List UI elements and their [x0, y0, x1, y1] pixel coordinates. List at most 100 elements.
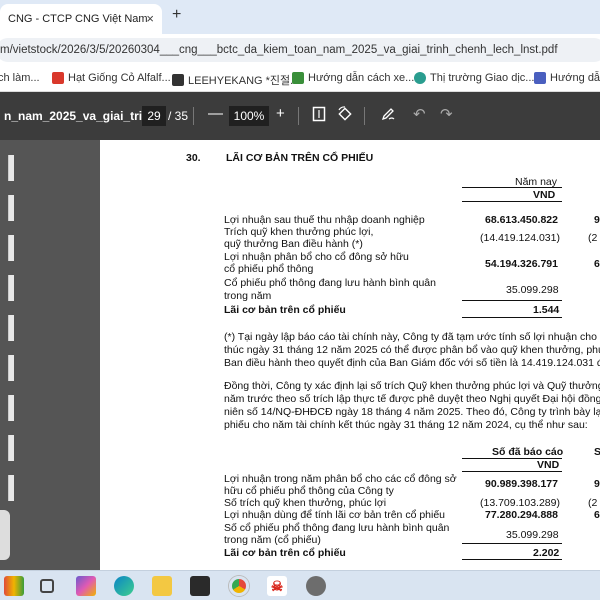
bookmark-label: Hướng dẫn cách xe...: [308, 72, 415, 84]
total-rule: [462, 317, 562, 318]
new-tab-icon[interactable]: +: [172, 6, 181, 24]
note-line: Ban điều hành theo quyết định của Ban Gi…: [224, 357, 600, 369]
bookmark-label: Thị trường Giao dịc...: [430, 72, 535, 84]
section-title: LÃI CƠ BẢN TRÊN CỔ PHIẾU: [226, 152, 374, 164]
task-view-icon[interactable]: [40, 579, 54, 593]
table-row-label: Cổ phiếu phổ thông đang lưu hành bình qu…: [224, 277, 436, 289]
bookmark-label: ch làm...: [0, 72, 40, 84]
edge-icon[interactable]: [114, 576, 134, 596]
paragraph-line: phiếu cho năm tài chính kết thúc ngày 31…: [224, 419, 588, 431]
column-header-reported: Số đã báo cáo: [492, 446, 564, 458]
annotate-pen-icon[interactable]: [380, 106, 396, 126]
table-row-value-prior: 9: [594, 478, 600, 490]
bookmark-favicon-icon: [52, 72, 64, 84]
bookmark-item[interactable]: ch làm...: [0, 72, 40, 84]
note-line: thúc ngày 31 tháng 12 năm 2025 có thể đư…: [224, 344, 600, 356]
header-rule: [462, 471, 562, 472]
thumbnail-marker: [8, 195, 14, 221]
table-row-label: cổ phiếu phổ thông: [224, 263, 314, 275]
bookmark-item[interactable]: Hướng dẫn: [534, 72, 600, 84]
header-rule: [462, 187, 562, 188]
fit-page-icon[interactable]: [312, 106, 326, 126]
store-icon[interactable]: [190, 576, 210, 596]
bookmark-label: Hạt Giống Cỏ Alfalf...: [68, 72, 171, 84]
paragraph-line: niên số 14/NQ-ĐHĐCĐ ngày 18 tháng 4 năm …: [224, 406, 600, 418]
table-row-value-prior: 9: [594, 214, 600, 226]
widgets-icon[interactable]: [4, 576, 24, 596]
table-row-label: Lợi nhuận sau thuế thu nhập doanh nghiệp: [224, 214, 425, 226]
side-panel-toggle[interactable]: [0, 510, 10, 560]
thumbnail-marker: [8, 475, 14, 501]
thumbnail-marker: [8, 235, 14, 261]
tab-title: CNG - CTCP CNG Việt Nam: [8, 13, 148, 25]
table-row-label: Lãi cơ bản trên cổ phiếu: [224, 547, 346, 559]
rotate-icon[interactable]: [337, 106, 353, 126]
url-input[interactable]: m/vietstock/2026/3/5/20260304___cng___bc…: [0, 38, 600, 62]
close-icon[interactable]: ×: [146, 11, 154, 26]
total-rule: [462, 559, 562, 560]
table-row-value: 68.613.450.822: [485, 214, 558, 226]
bookmark-favicon-icon: [292, 72, 304, 84]
pdf-page: 30. LÃI CƠ BẢN TRÊN CỔ PHIẾU Năm nay VND…: [100, 140, 600, 570]
column-header-currency: VND: [537, 459, 560, 471]
table-row-label: quỹ thưởng Ban điều hành (*): [224, 238, 363, 250]
redo-icon[interactable]: ↷: [440, 105, 453, 123]
header-rule: [462, 201, 562, 202]
bookmark-favicon-icon: [414, 72, 426, 84]
zoom-level-input[interactable]: 100%: [229, 106, 269, 126]
table-row-value: 1.544: [533, 304, 560, 316]
table-row-value: 2.202: [533, 547, 560, 559]
table-row-value: (13.709.103.289): [480, 497, 560, 509]
bookmark-item[interactable]: Hướng dẫn cách xe...: [292, 72, 414, 84]
browser-tab[interactable]: CNG - CTCP CNG Việt Nam ×: [0, 4, 162, 34]
section-number: 30.: [186, 152, 201, 164]
page-number-input[interactable]: 29: [142, 106, 166, 126]
zoom-out-icon[interactable]: —: [208, 105, 223, 122]
undo-icon[interactable]: ↶: [413, 105, 426, 123]
table-row-value: 77.280.294.888: [485, 509, 558, 521]
thumbnail-marker: [8, 355, 14, 381]
note-line: (*) Tại ngày lập báo cáo tài chính này, …: [224, 331, 600, 343]
bookmark-favicon-icon: [172, 74, 184, 86]
thumbnail-marker: [8, 315, 14, 341]
pdf-filename: n_nam_2025_va_giai_trin...: [4, 109, 160, 123]
table-row-value: 35.099.298: [506, 284, 559, 296]
chrome-icon[interactable]: [229, 576, 249, 596]
table-row-label: Số trích quỹ khen thưởng, phúc lợi: [224, 497, 387, 509]
zoom-in-icon[interactable]: +: [276, 105, 285, 122]
table-row-value: 90.989.398.177: [485, 478, 558, 490]
table-row-value: 35.099.298: [506, 529, 559, 541]
bookmark-item[interactable]: LEEHYEKANG *진절...: [172, 72, 299, 88]
bookmark-item[interactable]: Thị trường Giao dịc...: [414, 72, 534, 84]
table-row-value-prior: (2: [588, 497, 598, 509]
acrobat-icon[interactable]: ☠: [267, 576, 287, 596]
paragraph-line: năm trước theo số trích lập thực tế được…: [224, 393, 600, 405]
table-row-label: Lợi nhuận phân bổ cho cổ đông sở hữu: [224, 251, 409, 263]
bookmark-item[interactable]: Hạt Giống Cỏ Alfalf...: [52, 72, 171, 84]
paragraph-line: Đồng thời, Công ty xác định lại số trích…: [224, 380, 600, 392]
toolbar-divider: [298, 107, 299, 125]
bookmark-label: LEEHYEKANG *진절...: [188, 75, 300, 87]
thumbnail-marker: [8, 435, 14, 461]
bookmark-label: Hướng dẫn: [550, 72, 600, 84]
column-header-currency: VND: [533, 189, 556, 201]
table-row-label: Lợi nhuận dùng để tính lãi cơ bản trên c…: [224, 509, 446, 521]
header-rule: [462, 458, 562, 459]
table-row-label: trong năm (cổ phiếu): [224, 534, 321, 546]
thumbnail-marker: [8, 155, 14, 181]
toolbar-divider: [193, 107, 194, 125]
table-row-value-prior: (2: [588, 232, 598, 244]
copilot-icon[interactable]: [76, 576, 96, 596]
os-taskbar: ☠: [0, 570, 600, 600]
settings-icon[interactable]: [306, 576, 326, 596]
table-row-label: hữu cổ phiếu phổ thông của Công ty: [224, 485, 394, 497]
table-row-value: (14.419.124.031): [480, 232, 560, 244]
table-row-label: trong năm: [224, 290, 272, 302]
table-row-value: 54.194.326.791: [485, 258, 558, 270]
table-row-value-prior: 6: [594, 258, 600, 270]
bookmark-favicon-icon: [534, 72, 546, 84]
file-explorer-icon[interactable]: [152, 576, 172, 596]
table-row-label: Lợi nhuận trong năm phân bổ cho các cổ đ…: [224, 473, 457, 485]
pdf-toolbar: n_nam_2025_va_giai_trin... 29 / 35 — 100…: [0, 92, 600, 140]
thumbnail-marker: [8, 275, 14, 301]
